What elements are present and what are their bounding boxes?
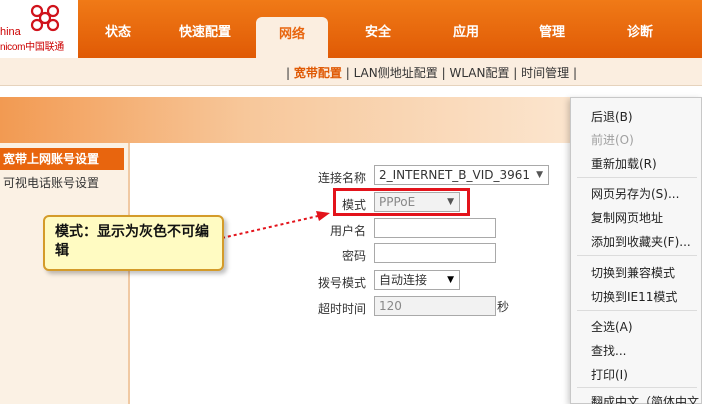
subnav-time-management[interactable]: 时间管理	[521, 66, 569, 80]
subnav-separator: |	[345, 66, 350, 80]
sub-navigation: | 宽带配置 | LAN侧地址配置 | WLAN配置 | 时间管理 |	[0, 58, 702, 86]
logo-text-line1: hina	[0, 26, 21, 38]
subnav-lan-address-config[interactable]: LAN侧地址配置	[354, 66, 438, 80]
unicom-knot-icon	[30, 4, 60, 32]
left-menu: 宽带上网账号设置 可视电话账号设置	[0, 143, 128, 404]
connection-name-value: 2_INTERNET_B_VID_3961	[379, 168, 531, 182]
ctx-separator	[577, 387, 697, 388]
top-header: hina nicom中国联通 状态 快速配置 网络 安全 应用 管理 诊断	[0, 0, 702, 58]
tab-security[interactable]: 安全	[356, 20, 400, 46]
ctx-copy-page-url[interactable]: 复制网页地址	[591, 209, 663, 226]
username-label: 用户名	[329, 224, 366, 238]
password-label: 密码	[341, 249, 366, 263]
timeout-unit: 秒	[497, 300, 510, 314]
ctx-separator	[577, 310, 697, 311]
subnav-separator: |	[513, 66, 518, 80]
ctx-back[interactable]: 后退(B)	[591, 108, 633, 125]
ctx-separator	[577, 177, 697, 178]
ctx-translate-to-chinese[interactable]: 翻成中文（简体中文	[591, 393, 699, 404]
dial-mode-label: 拨号模式	[317, 276, 366, 290]
password-input[interactable]	[374, 243, 496, 263]
subnav-separator: |	[441, 66, 446, 80]
timeout-value: 120	[379, 299, 402, 313]
ctx-print[interactable]: 打印(I)	[591, 366, 628, 383]
china-unicom-logo: hina nicom中国联通	[0, 0, 78, 58]
tab-diagnosis[interactable]: 诊断	[618, 20, 662, 46]
subnav-separator: |	[286, 66, 291, 80]
chevron-down-icon: ▼	[536, 170, 543, 180]
menu-divider	[128, 143, 130, 404]
tab-network[interactable]: 网络	[256, 17, 328, 58]
subnav-broadband-config[interactable]: 宽带配置	[294, 66, 342, 80]
ctx-switch-compat-mode[interactable]: 切换到兼容模式	[591, 264, 675, 281]
ctx-save-page-as[interactable]: 网页另存为(S)...	[591, 185, 679, 202]
tab-application[interactable]: 应用	[444, 20, 488, 46]
callout-text: 模式：显示为灰色不可编辑	[55, 224, 209, 259]
mode-highlight-box	[333, 188, 470, 216]
timeout-label: 超时时间	[317, 302, 366, 316]
tab-quick-config[interactable]: 快速配置	[170, 20, 240, 46]
ctx-select-all[interactable]: 全选(A)	[591, 318, 633, 335]
subnav-wlan-config[interactable]: WLAN配置	[449, 66, 509, 80]
ctx-separator	[577, 255, 697, 256]
chevron-down-icon: ▼	[447, 275, 454, 285]
ctx-find[interactable]: 查找...	[591, 342, 626, 359]
tab-status[interactable]: 状态	[96, 20, 140, 46]
dial-mode-value: 自动连接	[379, 273, 428, 287]
tab-management[interactable]: 管理	[530, 20, 574, 46]
menu-item-video-phone-account[interactable]: 可视电话账号设置	[3, 174, 99, 192]
subnav-links: | 宽带配置 | LAN侧地址配置 | WLAN配置 | 时间管理 |	[286, 64, 577, 81]
menu-item-broadband-account[interactable]: 宽带上网账号设置	[0, 148, 124, 170]
ctx-add-to-favorites[interactable]: 添加到收藏夹(F)...	[591, 233, 691, 250]
dial-mode-select[interactable]: 自动连接 ▼	[374, 270, 460, 290]
connection-name-label: 连接名称	[317, 171, 366, 185]
subnav-separator: |	[573, 66, 578, 80]
context-menu: 后退(B) 前进(O) 重新加载(R) 网页另存为(S)... 复制网页地址 添…	[570, 97, 702, 404]
annotation-callout: 模式：显示为灰色不可编辑	[43, 215, 224, 271]
username-input[interactable]	[374, 218, 496, 238]
ctx-reload[interactable]: 重新加载(R)	[591, 155, 657, 172]
timeout-input: 120	[374, 296, 496, 316]
ctx-switch-ie11-mode[interactable]: 切换到IE11模式	[591, 288, 677, 305]
logo-text-line2: nicom中国联通	[0, 42, 64, 53]
connection-name-select[interactable]: 2_INTERNET_B_VID_3961 ▼	[374, 165, 549, 185]
ctx-forward: 前进(O)	[591, 133, 634, 147]
